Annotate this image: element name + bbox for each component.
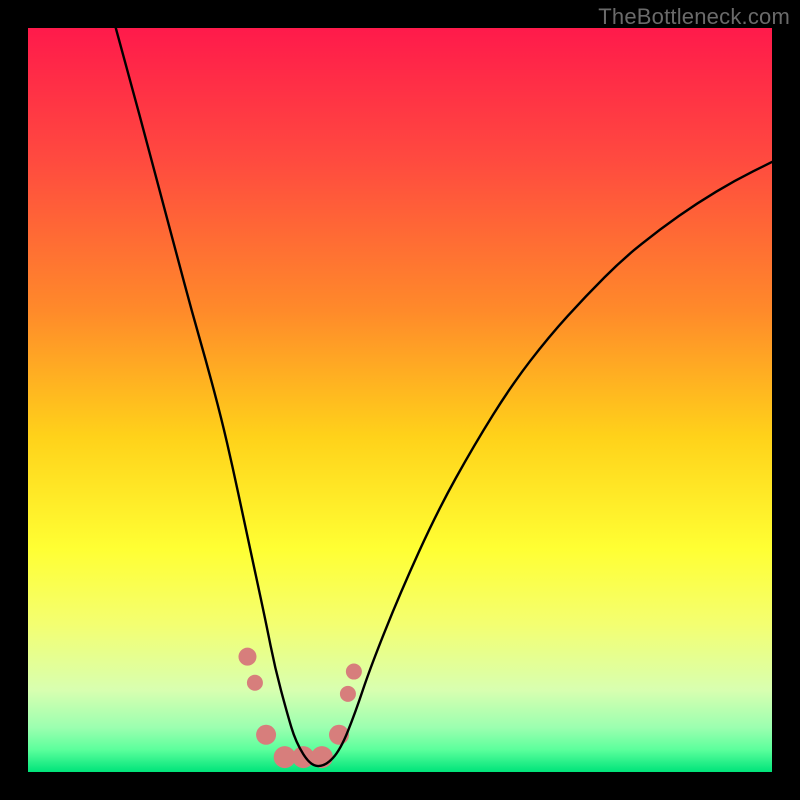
chart-svg <box>28 28 772 772</box>
marker-dot <box>238 648 256 666</box>
marker-dot <box>340 686 356 702</box>
watermark-text: TheBottleneck.com <box>598 4 790 30</box>
marker-dot <box>256 725 276 745</box>
marker-dot <box>346 664 362 680</box>
chart-plot-area <box>28 28 772 772</box>
gradient-background <box>28 28 772 772</box>
outer-frame: TheBottleneck.com <box>0 0 800 800</box>
marker-dot <box>247 675 263 691</box>
